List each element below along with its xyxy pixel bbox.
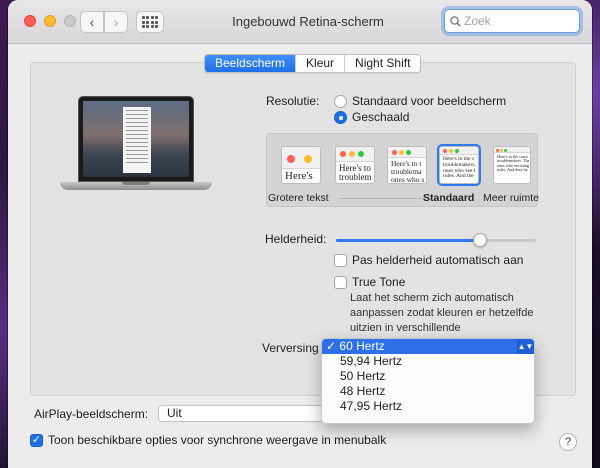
brightness-label: Helderheid: xyxy=(265,232,327,246)
scale-option-2-text: Here's to troublem xyxy=(339,163,372,183)
refresh-option-48[interactable]: 48 Hertz xyxy=(322,384,534,399)
refresh-option-5994[interactable]: 59,94 Hertz xyxy=(322,354,534,369)
true-tone-checkbox[interactable] xyxy=(334,276,347,289)
laptop-illustration xyxy=(60,96,212,198)
grid-icon xyxy=(141,16,159,28)
chevron-right-icon: › xyxy=(113,14,119,30)
scale-option-4[interactable]: Here's to the c troublemakers. ones who … xyxy=(439,146,479,184)
scale-caption-more-space: Meer ruimte xyxy=(483,192,540,204)
refresh-rate-menu[interactable]: ✓ 60 Hertz ▲▼ 59,94 Hertz 50 Hertz 48 He… xyxy=(321,338,535,424)
scale-option-3[interactable]: Here's to t troublema ones who s xyxy=(387,146,427,184)
scale-divider xyxy=(340,198,426,199)
brightness-slider-knob[interactable] xyxy=(473,233,487,247)
menubar-option-label[interactable]: Toon beschikbare opties voor synchrone w… xyxy=(48,433,386,447)
auto-brightness-checkbox[interactable] xyxy=(334,254,347,267)
help-button[interactable]: ? xyxy=(559,433,577,451)
scale-caption-default: Standaard xyxy=(423,192,475,204)
brightness-slider-fill xyxy=(336,239,480,242)
scale-option-3-text: Here's to t troublema ones who s xyxy=(391,159,425,184)
minimize-button[interactable] xyxy=(44,15,56,27)
search-field[interactable] xyxy=(444,9,580,33)
refresh-option-60[interactable]: ✓ 60 Hertz ▲▼ xyxy=(322,339,534,354)
tab-bar: Beeldscherm Kleur Night Shift xyxy=(204,54,422,73)
preferences-window: ‹ › Ingebouwd Retina-scherm Beeldscherm … xyxy=(8,0,592,468)
scale-option-4-text: Here's to the c troublemakers. ones who … xyxy=(443,156,476,180)
back-button[interactable]: ‹ xyxy=(80,11,104,33)
scale-option-5-text: Here's to the crazy troublemakers. The o… xyxy=(497,154,530,173)
refresh-option-4795[interactable]: 47,95 Hertz xyxy=(322,399,534,414)
airplay-label: AirPlay-beeldscherm: xyxy=(34,407,149,421)
checkmark-icon: ✓ xyxy=(326,339,337,353)
scale-option-1-text: Here's xyxy=(285,170,313,182)
show-all-button[interactable] xyxy=(136,11,164,33)
close-button[interactable] xyxy=(24,15,36,27)
refresh-rate-label: Verversing xyxy=(262,341,319,355)
forward-button[interactable]: › xyxy=(104,11,128,33)
refresh-option-50[interactable]: 50 Hertz xyxy=(322,369,534,384)
scale-caption-larger-text: Grotere tekst xyxy=(268,192,329,204)
tab-kleur[interactable]: Kleur xyxy=(296,55,346,72)
tab-beeldscherm[interactable]: Beeldscherm xyxy=(205,55,297,72)
resolution-option-default[interactable]: Standaard voor beeldscherm xyxy=(352,94,506,108)
radio-scaled-resolution[interactable] xyxy=(334,111,347,124)
scale-option-1[interactable]: Here's xyxy=(281,146,321,184)
radio-default-resolution[interactable] xyxy=(334,95,347,108)
title-bar: ‹ › Ingebouwd Retina-scherm xyxy=(8,0,592,44)
airplay-select[interactable]: Uit xyxy=(158,405,324,422)
search-icon xyxy=(450,15,461,27)
window-title: Ingebouwd Retina-scherm xyxy=(232,14,384,29)
zoom-button[interactable] xyxy=(64,15,76,27)
tab-night-shift[interactable]: Night Shift xyxy=(345,55,421,72)
resolution-option-scaled[interactable]: Geschaald xyxy=(352,110,409,124)
resolution-label: Resolutie: xyxy=(266,94,320,108)
scale-option-2[interactable]: Here's to troublem xyxy=(335,146,375,184)
search-input[interactable] xyxy=(464,14,574,28)
brightness-slider[interactable] xyxy=(336,233,536,247)
auto-brightness-label[interactable]: Pas helderheid automatisch aan xyxy=(352,253,523,267)
scale-option-5[interactable]: Here's to the crazy troublemakers. The o… xyxy=(493,146,531,184)
chevron-updown-icon: ▲▼ xyxy=(517,339,534,354)
true-tone-label[interactable]: True Tone xyxy=(352,275,405,289)
chevron-left-icon: ‹ xyxy=(89,14,95,30)
menubar-option-checkbox[interactable]: ✓ xyxy=(30,434,43,447)
